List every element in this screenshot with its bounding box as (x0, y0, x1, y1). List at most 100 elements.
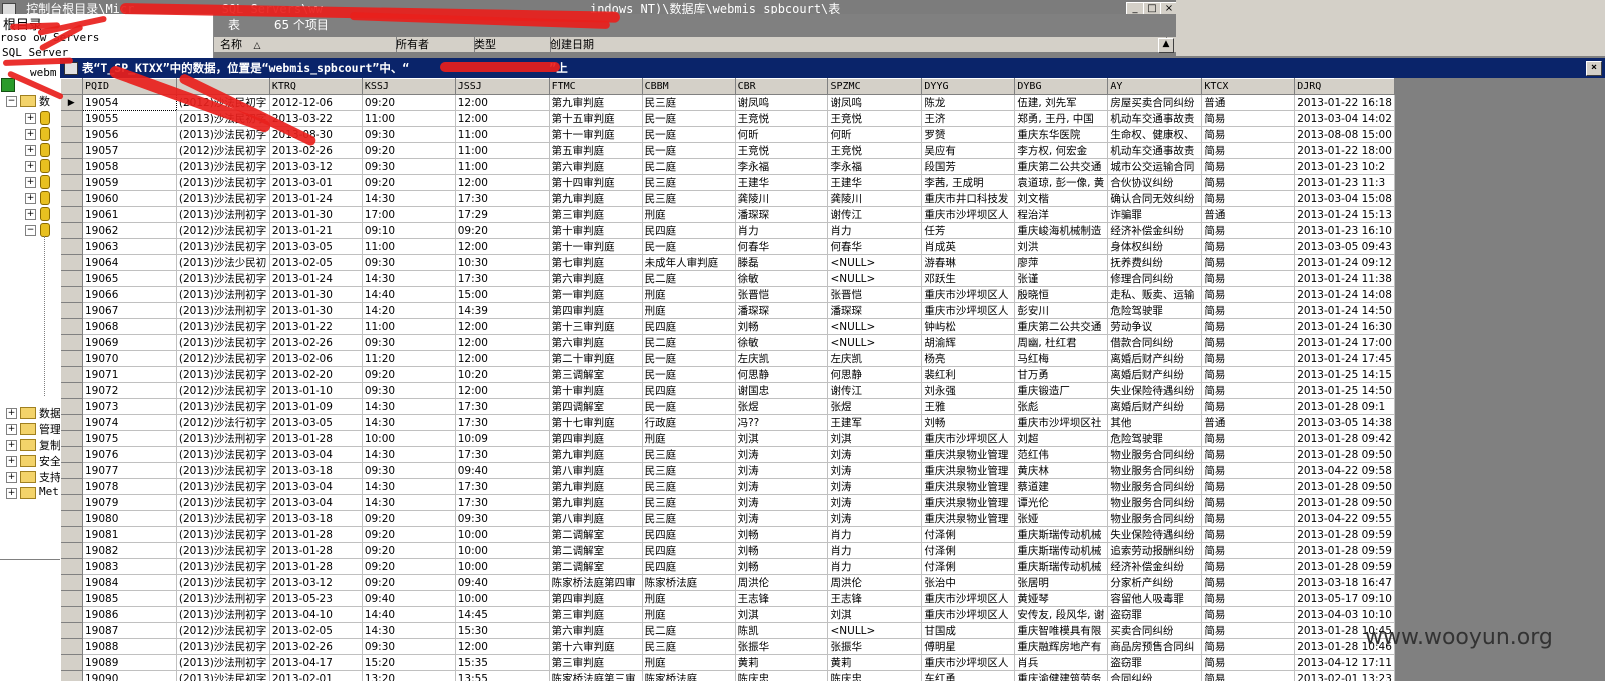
grid-cell[interactable]: (2013)沙法民初字 (176, 574, 270, 591)
grid-cell[interactable]: 第二调解室 (549, 526, 643, 543)
grid-cell[interactable]: 谢传江 (827, 382, 923, 399)
grid-cell[interactable]: 城市公交运输合同 (1107, 158, 1203, 175)
grid-cell[interactable]: 2013-05-17 09:10 (1294, 590, 1395, 607)
grid-cell[interactable]: 第二调解室 (549, 542, 643, 559)
tree-item-security[interactable]: 安全 (39, 453, 61, 469)
grid-cell[interactable]: 重庆斯瑞传动机械 (1014, 526, 1109, 543)
grid-cell[interactable]: 张振华 (827, 638, 923, 655)
table-row[interactable]: 19089 (2013)沙法刑初字 2013-04-17 15:20 15:35 第三审判… (60, 654, 1395, 671)
grid-cell[interactable]: 13:20 (362, 670, 456, 681)
grid-cell[interactable]: 第七审判庭 (549, 254, 643, 271)
grid-cell[interactable]: 2013-03-01 (269, 174, 363, 191)
row-selector[interactable] (60, 254, 83, 271)
grid-cell[interactable]: 马红梅 (1014, 350, 1109, 367)
grid-cell[interactable]: 任芳 (921, 222, 1016, 239)
grid-col-header[interactable]: DYBG (1014, 78, 1109, 95)
grid-cell[interactable]: 19065 (82, 270, 177, 287)
row-selector[interactable] (60, 366, 83, 383)
row-selector[interactable] (60, 382, 83, 399)
grid-cell[interactable]: 第六审判庭 (549, 622, 643, 639)
grid-cell[interactable]: 刘涛 (827, 462, 923, 479)
grid-cell[interactable]: 2013-01-30 (269, 286, 363, 303)
grid-cell[interactable]: 简易 (1201, 222, 1296, 239)
grid-cell[interactable]: 09:30 (362, 382, 456, 399)
table-row[interactable]: 19062 (2012)沙法民初字 2013-01-21 09:10 09:20 第十审判… (60, 222, 1395, 239)
grid-cell[interactable]: 肖力 (735, 222, 829, 239)
grid-cell[interactable]: 09:20 (362, 94, 456, 111)
grid-cell[interactable]: 14:30 (362, 622, 456, 639)
grid-cell[interactable]: 12:00 (455, 238, 550, 255)
grid-cell[interactable]: 10:00 (362, 430, 456, 447)
grid-cell[interactable]: (2013)沙法刑初字 (176, 606, 270, 623)
grid-cell[interactable]: 陈庆忠 (827, 670, 923, 681)
grid-cell[interactable]: (2013)沙法民初字 (176, 670, 270, 681)
tree-item-replication[interactable]: 复制 (39, 437, 61, 453)
grid-cell[interactable]: 付泽俐 (921, 526, 1016, 543)
grid-cell[interactable]: 第三审判庭 (549, 606, 643, 623)
grid-cell[interactable]: 09:20 (455, 222, 550, 239)
grid-cell[interactable]: 19066 (82, 286, 177, 303)
grid-cell[interactable]: 周洪伦 (735, 574, 829, 591)
table-row[interactable]: 19068 (2013)沙法民初字 2013-01-22 11:00 12:00 第十三审… (60, 318, 1395, 335)
grid-cell[interactable]: 民四庭 (642, 318, 736, 335)
grid-cell[interactable]: 物业服务合同纠纷 (1107, 478, 1203, 495)
grid-cell[interactable]: 谢国忠 (735, 382, 829, 399)
grid-col-header[interactable]: KTRQ (268, 78, 363, 95)
grid-cell[interactable]: 2013-02-26 (269, 334, 363, 351)
grid-cell[interactable]: 19080 (82, 510, 177, 527)
grid-cell[interactable]: 黄莉 (735, 654, 829, 671)
grid-cell[interactable]: 刑庭 (642, 590, 736, 607)
grid-cell[interactable]: <NULL> (827, 270, 923, 287)
grid-cell[interactable]: 简易 (1201, 398, 1296, 415)
row-selector[interactable] (60, 238, 83, 255)
grid-cell[interactable]: 刘超 (1014, 430, 1109, 447)
col-owner[interactable]: 所有者 (390, 37, 475, 53)
grid-cell[interactable]: (2013)沙法民初字 (176, 510, 270, 527)
grid-cell[interactable]: 王建军 (827, 414, 923, 431)
row-selector[interactable] (60, 142, 83, 159)
col-created[interactable]: 创建日期 (544, 37, 1167, 53)
grid-cell[interactable]: 民三庭 (642, 446, 736, 463)
grid-cell[interactable]: 2013-01-22 18:00 (1294, 142, 1395, 159)
grid-cell[interactable]: 09:20 (362, 558, 456, 575)
table-row[interactable]: 19071 (2013)沙法民初字 2013-02-20 09:20 10:20 第三调解… (60, 366, 1395, 383)
grid-cell[interactable]: 潘琛琛 (827, 302, 923, 319)
grid-cell[interactable]: 容留他人吸毒罪 (1107, 590, 1203, 607)
grid-cell[interactable]: 合同纠纷 (1107, 670, 1203, 681)
grid-cell[interactable]: 重庆融辉房地产有 (1014, 638, 1109, 655)
grid-cell[interactable]: 2013-02-26 (269, 638, 363, 655)
grid-cell[interactable]: 19085 (82, 590, 177, 607)
grid-cell[interactable]: 10:09 (455, 430, 550, 447)
grid-cell[interactable]: 19054 (81, 94, 177, 111)
grid-cell[interactable]: 2013-01-21 (269, 222, 363, 239)
grid-cell[interactable]: (2013)沙法民初字 (176, 494, 270, 511)
collapse-icon[interactable]: − (6, 96, 17, 107)
grid-cell[interactable]: 民一庭 (642, 398, 736, 415)
grid-cell[interactable]: 19088 (82, 638, 177, 655)
grid-cell[interactable]: 12:00 (455, 638, 550, 655)
grid-cell[interactable]: 王竞悦 (827, 142, 923, 159)
tree-item-support[interactable]: 支持 (39, 469, 61, 485)
grid-cell[interactable]: 14:30 (362, 446, 456, 463)
table-row[interactable]: 19076 (2013)沙法民初字 2013-03-04 14:30 17:30 第九审判… (60, 446, 1395, 463)
grid-cell[interactable]: 重庆洪泉物业管理 (921, 478, 1016, 495)
row-selector[interactable] (60, 430, 83, 447)
expand-icon[interactable]: + (25, 113, 36, 124)
grid-cell[interactable]: 龚陵川 (735, 190, 829, 207)
grid-cell[interactable]: 简易 (1201, 142, 1296, 159)
grid-cell[interactable]: 简易 (1201, 110, 1296, 127)
grid-cell[interactable]: 2013-01-24 17:00 (1294, 334, 1395, 351)
grid-cell[interactable]: 简易 (1201, 382, 1296, 399)
expand-icon[interactable]: + (6, 472, 17, 483)
grid-cell[interactable]: 2013-02-01 (269, 670, 363, 681)
grid-cell[interactable]: 17:30 (455, 270, 550, 287)
row-selector[interactable] (60, 206, 83, 223)
grid-cell[interactable]: 刑庭 (642, 206, 736, 223)
grid-cell[interactable]: 重庆市沙坪坝区人 (921, 606, 1016, 623)
grid-cell[interactable]: (2012)沙法民初字 (176, 222, 270, 239)
grid-col-header[interactable]: SPZMC (827, 78, 923, 95)
grid-cell[interactable]: 简易 (1201, 510, 1296, 527)
grid-cell[interactable]: 刘畅 (735, 542, 829, 559)
grid-cell[interactable]: 2013-02-05 (269, 622, 363, 639)
grid-cell[interactable]: 张晋恺 (827, 286, 923, 303)
